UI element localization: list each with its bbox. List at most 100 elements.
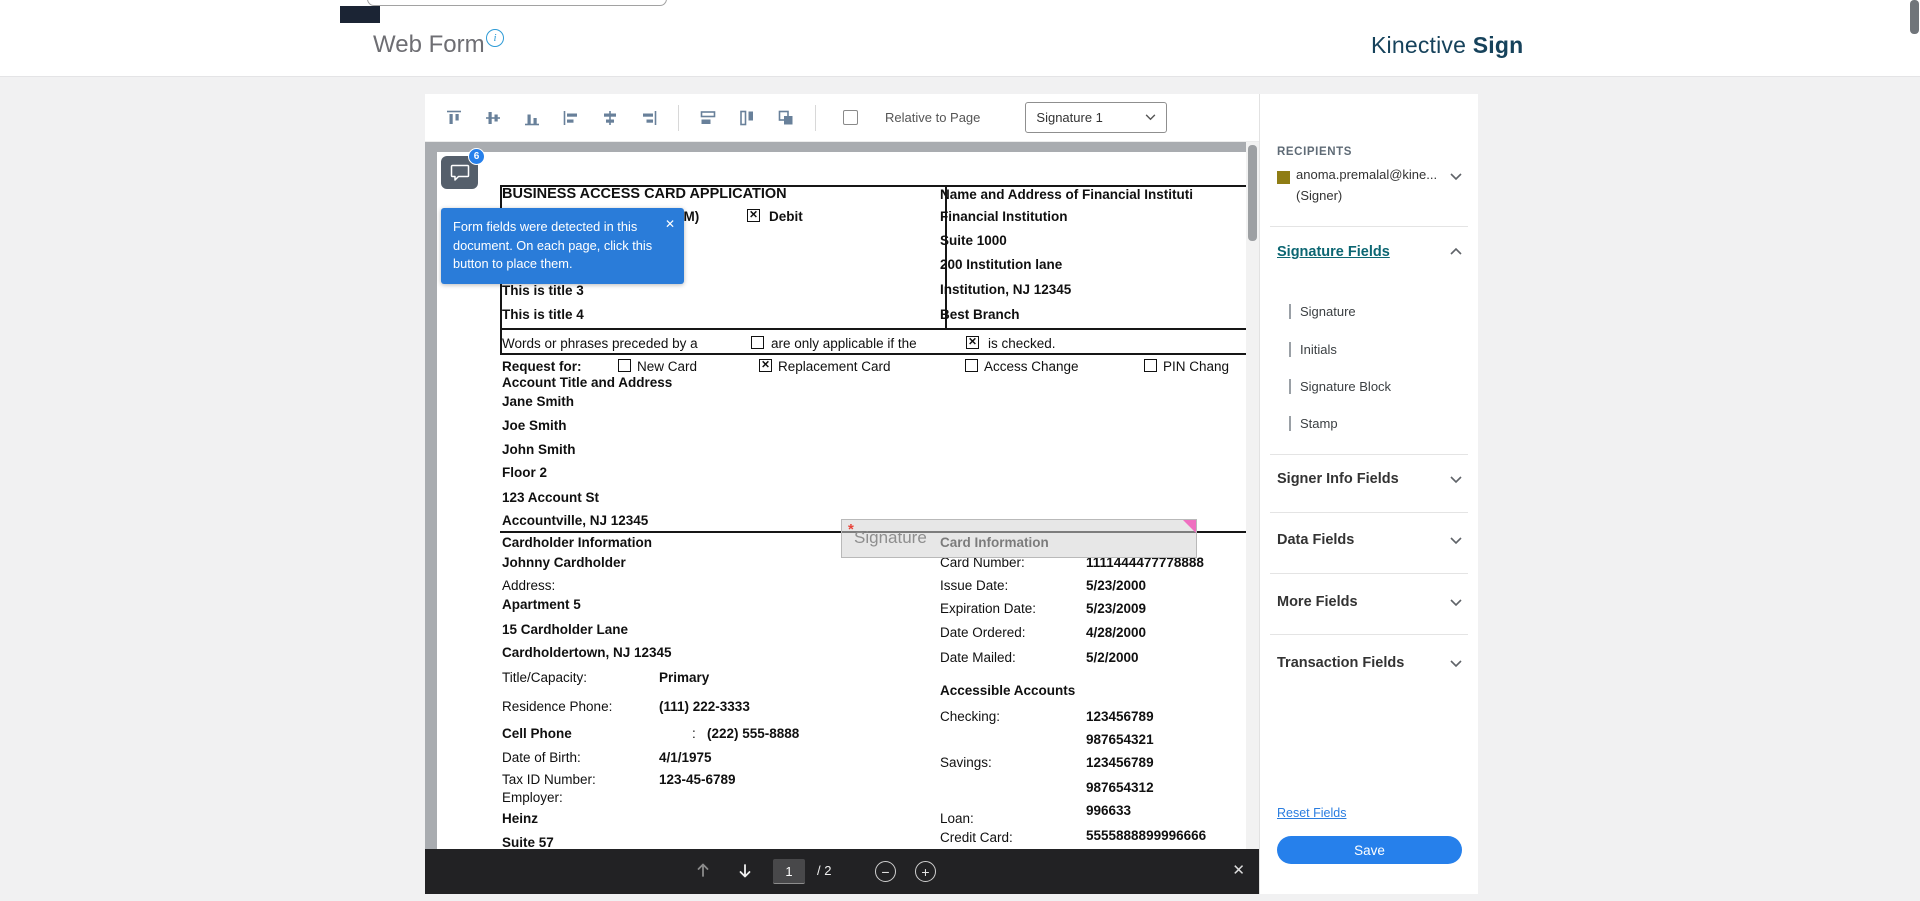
align-center-icon[interactable]	[600, 108, 620, 128]
chevron-down-icon[interactable]	[1450, 599, 1462, 607]
match-height-icon[interactable]	[737, 108, 757, 128]
credit-label: Credit Card:	[940, 829, 1013, 846]
previous-page-icon[interactable]	[695, 861, 711, 883]
recipient-color-square	[1277, 171, 1290, 184]
field-item-signature-block[interactable]: Signature Block	[1289, 377, 1391, 395]
recipient-chevron-down-icon[interactable]	[1450, 173, 1462, 181]
doc-title4: This is title 4	[502, 306, 584, 323]
browser-chrome-remnant	[340, 6, 380, 23]
doc-title3: This is title 3	[502, 282, 584, 299]
section-signer-info-fields[interactable]: Signer Info Fields	[1277, 471, 1399, 487]
loan-value: 996633	[1086, 802, 1131, 819]
chevron-up-icon[interactable]	[1450, 247, 1462, 255]
next-page-icon[interactable]	[737, 861, 753, 883]
app-header: Web Form i Kinective Sign	[0, 0, 1920, 77]
card-label: Date Mailed:	[940, 649, 1016, 666]
align-middle-icon[interactable]	[483, 108, 503, 128]
relative-to-page-label: Relative to Page	[885, 110, 980, 125]
browser-tab-remnant	[367, 0, 667, 6]
account-line: 123 Account St	[502, 489, 599, 506]
request-opt-access-change: Access Change	[984, 358, 1079, 375]
align-right-icon[interactable]	[639, 108, 659, 128]
match-width-icon[interactable]	[698, 108, 718, 128]
signature-field-placement[interactable]: * Signature	[841, 519, 1197, 558]
reset-fields-link[interactable]: Reset Fields	[1277, 806, 1346, 820]
fin-line: Suite 1000	[940, 232, 1007, 249]
doc-words-part2: are only applicable if the	[771, 335, 917, 352]
employer-line: Suite 57	[502, 834, 554, 849]
chevron-down-icon[interactable]	[1450, 660, 1462, 668]
match-size-icon[interactable]	[776, 108, 796, 128]
align-top-icon[interactable]	[444, 108, 464, 128]
chevron-down-icon[interactable]	[1450, 537, 1462, 545]
drag-handle-icon	[1289, 379, 1291, 394]
relative-to-page-checkbox[interactable]	[843, 110, 858, 125]
fin-line: Financial Institution	[940, 208, 1068, 225]
savings-value: 123456789	[1086, 754, 1154, 771]
card-label: Issue Date:	[940, 577, 1008, 594]
chevron-down-icon[interactable]	[1450, 476, 1462, 484]
field-type-select-value: Signature 1	[1036, 110, 1103, 125]
address-line: Cardholdertown, NJ 12345	[502, 644, 672, 661]
doc-debit-label: Debit	[769, 208, 803, 225]
tooltip-close-icon[interactable]: ✕	[665, 216, 675, 233]
personal-label: Title/Capacity:	[502, 669, 587, 686]
section-data-fields[interactable]: Data Fields	[1277, 532, 1354, 548]
section-transaction-fields[interactable]: Transaction Fields	[1277, 655, 1404, 671]
doc-title: BUSINESS ACCESS CARD APPLICATION	[502, 186, 787, 203]
document-scrollbar-thumb[interactable]	[1248, 145, 1257, 241]
savings-value: 987654312	[1086, 779, 1154, 796]
zoom-out-icon[interactable]: −	[875, 861, 896, 882]
recipient-email: anoma.premalal@kine...	[1296, 167, 1437, 182]
credit-value: 5555888899996666	[1086, 827, 1206, 844]
drag-handle-icon	[1289, 416, 1291, 431]
place-fields-button[interactable]: 6	[441, 156, 478, 189]
detected-fields-badge: 6	[468, 148, 485, 165]
words-checkbox-empty	[751, 336, 764, 349]
zoom-in-icon[interactable]: +	[915, 861, 936, 882]
account-header: Account Title and Address	[502, 374, 672, 391]
account-line: Floor 2	[502, 464, 547, 481]
fin-line: 200 Institution lane	[940, 256, 1062, 273]
request-opt-new-card: New Card	[637, 358, 697, 375]
page-total: / 2	[817, 863, 831, 878]
align-bottom-icon[interactable]	[522, 108, 542, 128]
fields-detected-tooltip: Form fields were detected in this docume…	[441, 208, 684, 284]
page-number-input[interactable]: 1	[773, 859, 805, 884]
fin-line: Best Branch	[940, 306, 1020, 323]
save-button[interactable]: Save	[1277, 836, 1462, 864]
section-signature-fields[interactable]: Signature Fields	[1277, 244, 1390, 260]
personal-value: 4/1/1975	[659, 749, 712, 766]
personal-label: Date of Birth:	[502, 749, 581, 766]
personal-value: (111) 222-3333	[659, 698, 750, 715]
request-opt-replacement: Replacement Card	[778, 358, 891, 375]
drag-handle-icon	[1289, 342, 1291, 357]
words-checkbox-checked	[966, 336, 979, 349]
accounts-header: Accessible Accounts	[940, 682, 1075, 699]
personal-value: (222) 555-8888	[707, 725, 799, 742]
panel-divider	[1270, 634, 1468, 635]
info-icon[interactable]: i	[486, 29, 504, 47]
doc-words-row: Words or phrases preceded by a are only …	[502, 335, 1242, 352]
browser-scrollbar-thumb[interactable]	[1910, 0, 1919, 34]
new-card-checkbox	[618, 359, 631, 372]
field-type-select[interactable]: Signature 1	[1025, 102, 1167, 133]
field-corner-handle[interactable]	[1183, 520, 1196, 533]
fin-line: Institution, NJ 12345	[940, 281, 1071, 298]
section-more-fields[interactable]: More Fields	[1277, 594, 1358, 610]
field-item-initials[interactable]: Initials	[1289, 340, 1337, 358]
align-left-icon[interactable]	[561, 108, 581, 128]
required-asterisk: *	[848, 521, 854, 538]
doc-request-row: Request for: New Card Replacement Card A…	[502, 358, 1246, 375]
loan-label: Loan:	[940, 810, 974, 827]
fin-header: Name and Address of Financial Instituti	[940, 186, 1193, 203]
web-form-app: Web Form i Kinective Sign	[0, 0, 1920, 901]
field-item-stamp[interactable]: Stamp	[1289, 414, 1338, 432]
close-viewer-icon[interactable]: ✕	[1232, 861, 1245, 879]
card-value: 5/23/2009	[1086, 600, 1146, 617]
checking-value: 123456789	[1086, 708, 1154, 725]
field-item-signature[interactable]: Signature	[1289, 302, 1356, 320]
address-label: Address:	[502, 577, 555, 594]
document-scrollbar[interactable]	[1246, 142, 1259, 849]
personal-value: 123-45-6789	[659, 771, 736, 788]
